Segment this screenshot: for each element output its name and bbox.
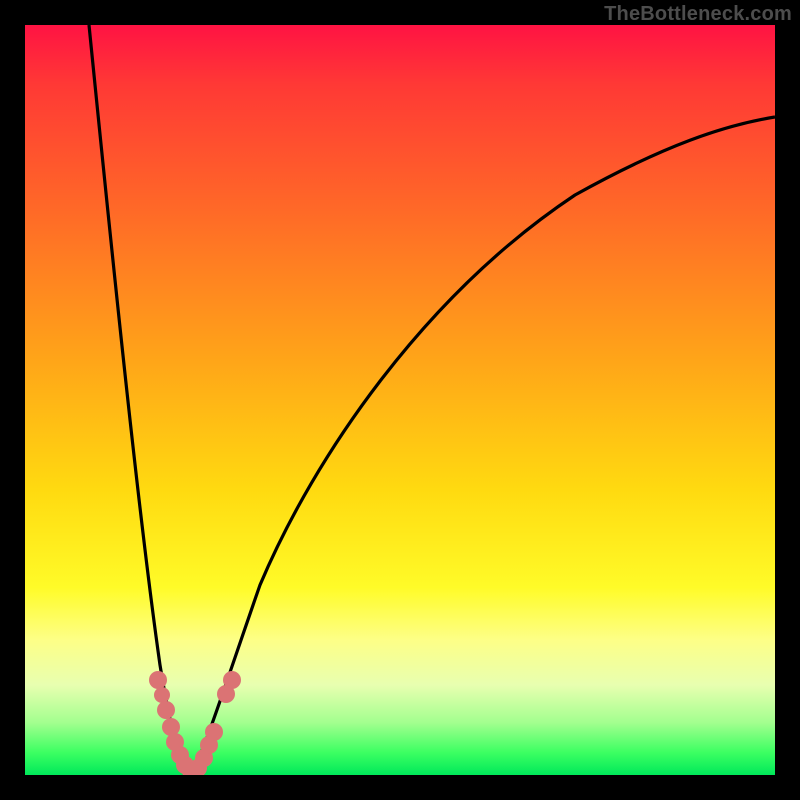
marker-cluster	[149, 671, 241, 775]
outer-frame: TheBottleneck.com	[0, 0, 800, 800]
curve-left-branch	[89, 25, 190, 773]
watermark-text: TheBottleneck.com	[604, 3, 792, 26]
marker-dot	[157, 701, 175, 719]
marker-dot	[154, 687, 170, 703]
marker-dot	[223, 671, 241, 689]
marker-dot	[205, 723, 223, 741]
marker-dot	[149, 671, 167, 689]
curve-right-branch	[190, 117, 775, 773]
plot-area	[25, 25, 775, 775]
bottleneck-curve-svg	[25, 25, 775, 775]
